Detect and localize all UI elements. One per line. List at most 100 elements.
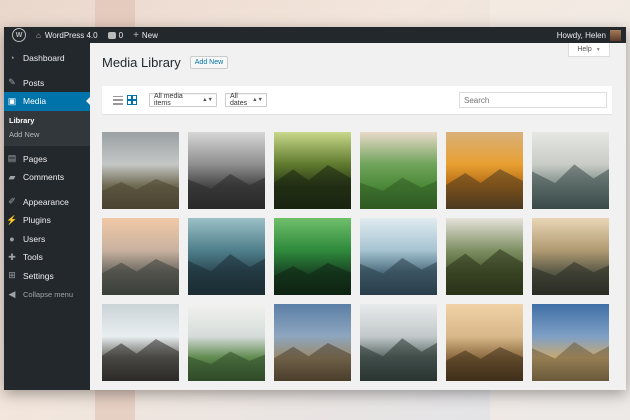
chevron-down-icon: ▼ bbox=[595, 46, 601, 53]
media-submenu: Library Add New bbox=[4, 110, 90, 146]
dashboard-icon: ◔ bbox=[9, 53, 15, 64]
wp-logo-button[interactable]: W bbox=[4, 27, 31, 43]
media-thumbnail-dusk-tree[interactable] bbox=[532, 218, 609, 295]
sidebar-item-label: Users bbox=[23, 233, 46, 244]
media-thumbnail-green-valley[interactable] bbox=[360, 132, 437, 209]
thumbnail-scene bbox=[102, 259, 179, 295]
sidebar-item-comments[interactable]: ▰ Comments bbox=[4, 168, 90, 187]
media-thumbnail-misty-field[interactable] bbox=[102, 132, 179, 209]
media-thumbnail-sea-clouds[interactable] bbox=[360, 218, 437, 295]
media-thumbnail-foggy-pines[interactable] bbox=[360, 304, 437, 381]
media-thumbnail-snowy-mountains-bw[interactable] bbox=[188, 132, 265, 209]
thumbnail-scene bbox=[188, 173, 265, 209]
comments-link[interactable]: 0 bbox=[103, 27, 128, 43]
sidebar-item-label: Tools bbox=[23, 252, 43, 263]
thumbnail-scene bbox=[188, 254, 265, 295]
sidebar-item-settings[interactable]: ⊞ Settings bbox=[4, 267, 90, 286]
pages-icon: ▤ bbox=[7, 153, 17, 164]
date-filter[interactable]: All dates ▲▼ bbox=[225, 93, 267, 107]
comments-icon: ▰ bbox=[8, 171, 16, 182]
sidebar-item-label: Media bbox=[23, 96, 47, 107]
site-name-link[interactable]: ⌂ WordPress 4.0 bbox=[31, 27, 103, 43]
media-thumbnail-waves-rocks[interactable] bbox=[102, 304, 179, 381]
search-input[interactable] bbox=[459, 92, 607, 108]
select-arrow-icon: ▲▼ bbox=[252, 97, 263, 103]
sidebar-item-label: Pages bbox=[23, 153, 48, 164]
help-label: Help bbox=[577, 46, 592, 53]
new-label: New bbox=[141, 30, 158, 40]
admin-bar: W ⌂ WordPress 4.0 0 + New Howdy, Helen bbox=[4, 27, 626, 43]
settings-icon: ⊞ bbox=[8, 270, 16, 281]
grid-view-icon[interactable] bbox=[127, 95, 137, 105]
home-icon: ⌂ bbox=[36, 30, 41, 40]
add-new-button[interactable]: Add New bbox=[189, 56, 229, 69]
thumbnail-scene bbox=[360, 338, 437, 381]
thumbnail-scene bbox=[360, 257, 437, 295]
media-thumbnail-blue-dune[interactable] bbox=[532, 304, 609, 381]
media-thumbnail-country-road[interactable] bbox=[274, 304, 351, 381]
thumbnail-scene bbox=[446, 169, 523, 209]
media-thumbnail-mountain-lake[interactable] bbox=[188, 218, 265, 295]
sidebar-item-appearance[interactable]: ✐ Appearance bbox=[4, 193, 90, 212]
sidebar-item-label: Settings bbox=[23, 270, 54, 281]
avatar bbox=[610, 29, 621, 41]
sidebar-item-tools[interactable]: ✚ Tools bbox=[4, 248, 90, 267]
new-content-button[interactable]: + New bbox=[128, 27, 163, 43]
plus-icon: + bbox=[133, 29, 139, 41]
sidebar-item-label: Plugins bbox=[23, 215, 51, 226]
media-type-filter-value: All media items bbox=[154, 93, 183, 107]
thumbnail-scene bbox=[360, 177, 437, 209]
sidebar-item-label: Comments bbox=[23, 172, 65, 183]
paintbrush-icon: ✐ bbox=[8, 196, 16, 207]
thumbnail-scene bbox=[446, 347, 523, 381]
media-thumbnail-snowy-hill[interactable] bbox=[188, 304, 265, 381]
thumbnail-scene bbox=[446, 249, 523, 295]
media-thumbnail-coastal-rock[interactable] bbox=[446, 304, 523, 381]
sidebar-item-plugins[interactable]: ⚡ Plugins bbox=[4, 211, 90, 230]
user-icon: ● bbox=[9, 233, 15, 244]
media-thumbnail-green-leaves[interactable] bbox=[274, 218, 351, 295]
media-thumbnail-cactus-spines[interactable] bbox=[446, 132, 523, 209]
sidebar-item-dashboard[interactable]: ◔ Dashboard bbox=[4, 49, 90, 68]
sidebar-item-label: Appearance bbox=[23, 196, 69, 207]
account-menu[interactable]: Howdy, Helen bbox=[552, 27, 626, 43]
comment-bubble-icon bbox=[107, 31, 116, 39]
wrench-icon: ✚ bbox=[8, 251, 16, 262]
wordpress-logo-icon: W bbox=[12, 28, 26, 42]
greeting: Howdy, Helen bbox=[556, 30, 606, 40]
media-type-filter[interactable]: All media items ▲▼ bbox=[149, 93, 217, 107]
page-title: Media Library bbox=[102, 55, 181, 70]
submenu-item-library[interactable]: Library bbox=[4, 114, 90, 128]
thumbnail-scene bbox=[102, 179, 179, 209]
sidebar-item-media[interactable]: ▣ Media bbox=[4, 92, 91, 111]
pin-icon: ✎ bbox=[8, 77, 16, 88]
sidebar-item-label: Posts bbox=[23, 77, 45, 88]
media-icon: ▣ bbox=[7, 95, 17, 106]
page-header: Media Library Add New bbox=[102, 55, 229, 70]
sidebar-item-posts[interactable]: ✎ Posts bbox=[4, 74, 90, 93]
sidebar-item-pages[interactable]: ▤ Pages bbox=[4, 150, 90, 169]
plug-icon: ⚡ bbox=[6, 214, 18, 225]
admin-sidebar: ◔ Dashboard ✎ Posts ▣ Media Library Add … bbox=[4, 43, 91, 390]
help-tab[interactable]: Help ▼ bbox=[568, 43, 610, 57]
media-thumbnail-frosted-trees[interactable] bbox=[532, 132, 609, 209]
comments-count: 0 bbox=[118, 30, 124, 40]
browser-frame: W ⌂ WordPress 4.0 0 + New Howdy, Helen ◔… bbox=[4, 27, 626, 390]
submenu-item-add-new[interactable]: Add New bbox=[4, 128, 90, 142]
media-thumbnail-forest-sunlight[interactable] bbox=[274, 132, 351, 209]
select-arrow-icon: ▲▼ bbox=[202, 97, 213, 103]
collapse-arrow-icon: ◀ bbox=[8, 288, 16, 299]
media-thumbnail-cliff-sunset[interactable] bbox=[102, 218, 179, 295]
thumbnail-scene bbox=[274, 343, 351, 381]
date-filter-value: All dates bbox=[230, 93, 248, 107]
list-view-icon[interactable] bbox=[113, 95, 123, 105]
media-thumbnail-hill-cabin[interactable] bbox=[446, 218, 523, 295]
collapse-menu-label: Collapse menu bbox=[23, 289, 74, 299]
thumbnail-scene bbox=[188, 351, 265, 381]
site-name: WordPress 4.0 bbox=[44, 30, 98, 40]
thumbnail-scene bbox=[532, 342, 609, 381]
sidebar-item-users[interactable]: ● Users bbox=[4, 230, 90, 249]
collapse-menu-button[interactable]: ◀ Collapse menu bbox=[4, 285, 90, 304]
thumbnail-scene bbox=[274, 263, 351, 295]
thumbnail-scene bbox=[532, 164, 609, 209]
